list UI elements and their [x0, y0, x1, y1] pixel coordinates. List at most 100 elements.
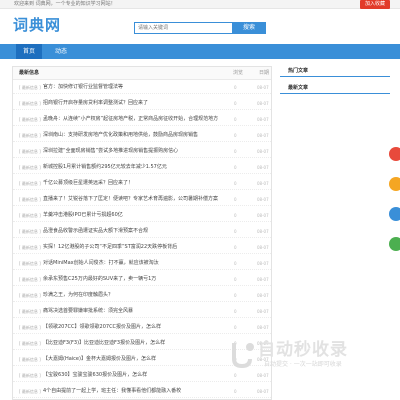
- search-button[interactable]: 搜索: [232, 22, 266, 34]
- row-views: 0: [234, 309, 237, 314]
- row-title[interactable]: 官方：加快修订银行业监督管理法等: [43, 81, 229, 94]
- row-title[interactable]: 孟晚舟：从连续“小产权房”起征房地产税，正常商品房征收开始，合理规范地方: [43, 113, 229, 126]
- row-tag: [ 最新信息 ]: [19, 181, 41, 186]
- tab-home[interactable]: 首页: [16, 44, 42, 59]
- row-date: 08-07: [257, 117, 269, 122]
- watermark-logo-icon: [232, 343, 254, 369]
- row-tag: [ 最新信息 ]: [19, 293, 41, 298]
- row-tag: [ 最新信息 ]: [19, 101, 41, 106]
- list-item[interactable]: [ 最新信息 ] 痛骂决选首要罪嫌审批系统：须完全风暴 0 08-07: [13, 305, 271, 318]
- row-tag: [ 最新信息 ]: [19, 357, 41, 362]
- row-title[interactable]: 品澄食品收警示函遭证实品大额下滑预案不合规: [43, 225, 229, 238]
- tab-news[interactable]: 动态: [48, 44, 74, 59]
- row-date: 08-07: [257, 165, 269, 170]
- row-date: 08-07: [257, 325, 269, 330]
- row-title[interactable]: 千亿公募顶级巨星遭英远采？回应来了！: [43, 177, 229, 190]
- row-title[interactable]: 深圳拉建“全面现房销售”尝试多地推进现房销售提振购房信心: [43, 145, 229, 158]
- row-tag: [ 最新信息 ]: [19, 213, 41, 218]
- watermark-text: 自动秒收录: [258, 340, 348, 360]
- row-tag: [ 最新信息 ]: [19, 85, 41, 90]
- row-views: 0: [234, 293, 237, 298]
- row-tag: [ 最新信息 ]: [19, 373, 41, 378]
- row-tag: [ 最新信息 ]: [19, 149, 41, 154]
- row-date: 08-07: [257, 261, 269, 266]
- list-item[interactable]: [ 最新信息 ] 招商银行开启存量房贷利率调整测试？回应来了 0 08-07: [13, 97, 271, 110]
- list-item[interactable]: [ 最新信息 ] 余承东预售C25万内最好的SUV来了，卖一辆亏1万 0 08-07: [13, 273, 271, 286]
- row-views: 0: [234, 325, 237, 330]
- list-item[interactable]: [ 最新信息 ] 千亿公募顶级巨星遭英远采？回应来了！ 0 08-07: [13, 177, 271, 190]
- row-date: 08-07: [257, 213, 269, 218]
- row-tag: [ 最新信息 ]: [19, 245, 41, 250]
- row-views: 0: [234, 101, 237, 106]
- welcome-text: 欢迎来到 词典网，一个专业的知识学习网站！: [14, 1, 116, 7]
- list-item[interactable]: [ 最新信息 ] 直播来了！艾锐谷落下了匡定！便读吧？专家艺术育再遍影，公司暑期补…: [13, 193, 271, 206]
- search-input[interactable]: [134, 22, 232, 34]
- list-item[interactable]: [ 最新信息 ] 珍满之王，为何在印度触眉头？ 0 08-07: [13, 289, 271, 302]
- row-title[interactable]: 实探！12亿港股的子公司“不足四季”ST富润22天跌停板背后: [43, 241, 229, 254]
- site-logo[interactable]: 词典网: [13, 14, 61, 36]
- row-date: 08-07: [257, 229, 269, 234]
- row-date: 08-07: [257, 133, 269, 138]
- list-item[interactable]: [ 最新信息 ] 羊羹冲击港股IPO已累计亏损超60亿 0 08-07: [13, 209, 271, 222]
- list-item[interactable]: [ 最新信息 ] 品澄食品收警示函遭证实品大额下滑预案不合规 0 08-07: [13, 225, 271, 238]
- list-item[interactable]: [ 最新信息 ] 新城控股1月累计销售额约295亿元较去年减少1.57亿元 0 08-…: [13, 161, 271, 174]
- row-views: 0: [234, 213, 237, 218]
- row-title[interactable]: 【比亚迪F3(F3)】比亚迪比亚迪F3报价及图片，怎么样: [43, 337, 229, 350]
- share-icon[interactable]: [389, 177, 400, 191]
- row-title[interactable]: 余承东预售C25万内最好的SUV来了，卖一辆亏1万: [43, 273, 229, 286]
- row-tag: [ 最新信息 ]: [19, 277, 41, 282]
- list-item[interactable]: [ 最新信息 ] 【领歌207CC】领歌领歌207CC报价及图片，怎么样 0 08-0…: [13, 321, 271, 334]
- row-title[interactable]: 痛骂决选首要罪嫌审批系统：须完全风暴: [43, 305, 229, 318]
- watermark-subtext: 自动提交 · 一次一站即可收录: [264, 361, 342, 368]
- row-tag: [ 最新信息 ]: [19, 309, 41, 314]
- row-views: 0: [234, 117, 237, 122]
- row-title[interactable]: 新城控股1月累计销售额约295亿元较去年减少1.57亿元: [43, 161, 229, 174]
- row-tag: [ 最新信息 ]: [19, 261, 41, 266]
- row-title[interactable]: 4个自由提前了一起上学，班主任：我懂事看他们都能融入番校: [43, 385, 229, 398]
- list-header: 最新信息 浏览 日期: [13, 67, 271, 80]
- list-item[interactable]: [ 最新信息 ] 官方：加快修订银行业监督管理法等 0 08-07: [13, 81, 271, 94]
- list-item[interactable]: [ 最新信息 ] 深圳南山：支持研发房地产优化政策和用地供给，鼓励商品房现房销售 0…: [13, 129, 271, 142]
- list-item[interactable]: [ 最新信息 ] 对话MiniMax创始人闫俊杰：打不赢，就应该被淘汰 0 08-07: [13, 257, 271, 270]
- row-date: 08-07: [257, 389, 269, 394]
- row-title[interactable]: 深圳南山：支持研发房地产优化政策和用地供给，鼓励商品房现房销售: [43, 129, 229, 142]
- row-views: 0: [234, 277, 237, 282]
- qq-icon[interactable]: [389, 207, 400, 221]
- row-tag: [ 最新信息 ]: [19, 341, 41, 346]
- row-views: 0: [234, 229, 237, 234]
- date-column-header: 日期: [259, 70, 270, 76]
- top-bar: 欢迎来到 词典网，一个专业的知识学习网站！ 加入收藏: [0, 0, 400, 9]
- latest-articles-heading: 最新文章: [280, 83, 390, 94]
- row-title[interactable]: 【宝骏630】宝骏宝骏630报价及图片，怎么样: [43, 369, 229, 382]
- row-tag: [ 最新信息 ]: [19, 325, 41, 330]
- main-nav: 首页 动态: [0, 44, 400, 59]
- watermark: 自动秒收录 自动提交 · 一次一站即可收录: [228, 336, 398, 380]
- join-favorites-button[interactable]: 加入收藏: [360, 0, 390, 9]
- list-item[interactable]: [ 最新信息 ] 实探！12亿港股的子公司“不足四季”ST富润22天跌停板背后 0 0…: [13, 241, 271, 254]
- row-tag: [ 最新信息 ]: [19, 229, 41, 234]
- list-item[interactable]: [ 最新信息 ] 4个自由提前了一起上学，班主任：我懂事看他们都能融入番校 0 08-…: [13, 385, 271, 398]
- row-title[interactable]: 羊羹冲击港股IPO已累计亏损超60亿: [43, 209, 229, 222]
- row-title[interactable]: 对话MiniMax创始人闫俊杰：打不赢，就应该被淘汰: [43, 257, 229, 270]
- row-views: 0: [234, 261, 237, 266]
- row-title[interactable]: 【领歌207CC】领歌领歌207CC报价及图片，怎么样: [43, 321, 229, 334]
- row-title[interactable]: 招商银行开启存量房贷利率调整测试？回应来了: [43, 97, 229, 110]
- row-views: 0: [234, 389, 237, 394]
- row-date: 08-07: [257, 197, 269, 202]
- row-views: 0: [234, 197, 237, 202]
- wechat-icon[interactable]: [389, 237, 400, 251]
- weibo-icon[interactable]: [389, 147, 400, 161]
- row-title[interactable]: 珍满之王，为何在印度触眉头？: [43, 289, 229, 302]
- row-title[interactable]: 直播来了！艾锐谷落下了匡定！便读吧？专家艺术育再遍影，公司暑期补偿方案: [43, 193, 229, 206]
- row-tag: [ 最新信息 ]: [19, 197, 41, 202]
- row-views: 0: [234, 149, 237, 154]
- row-date: 08-07: [257, 293, 269, 298]
- row-title[interactable]: 【大嘉姆(Haice)】金杯大嘉姆报价及图片，怎么样: [43, 353, 229, 366]
- row-date: 08-07: [257, 149, 269, 154]
- row-views: 0: [234, 181, 237, 186]
- list-title: 最新信息: [19, 70, 40, 76]
- list-item[interactable]: [ 最新信息 ] 深圳拉建“全面现房销售”尝试多地推进现房销售提振购房信心 0 08-…: [13, 145, 271, 158]
- row-tag: [ 最新信息 ]: [19, 165, 41, 170]
- row-tag: [ 最新信息 ]: [19, 117, 41, 122]
- list-item[interactable]: [ 最新信息 ] 孟晚舟：从连续“小产权房”起征房地产税，正常商品房征收开始，合理…: [13, 113, 271, 126]
